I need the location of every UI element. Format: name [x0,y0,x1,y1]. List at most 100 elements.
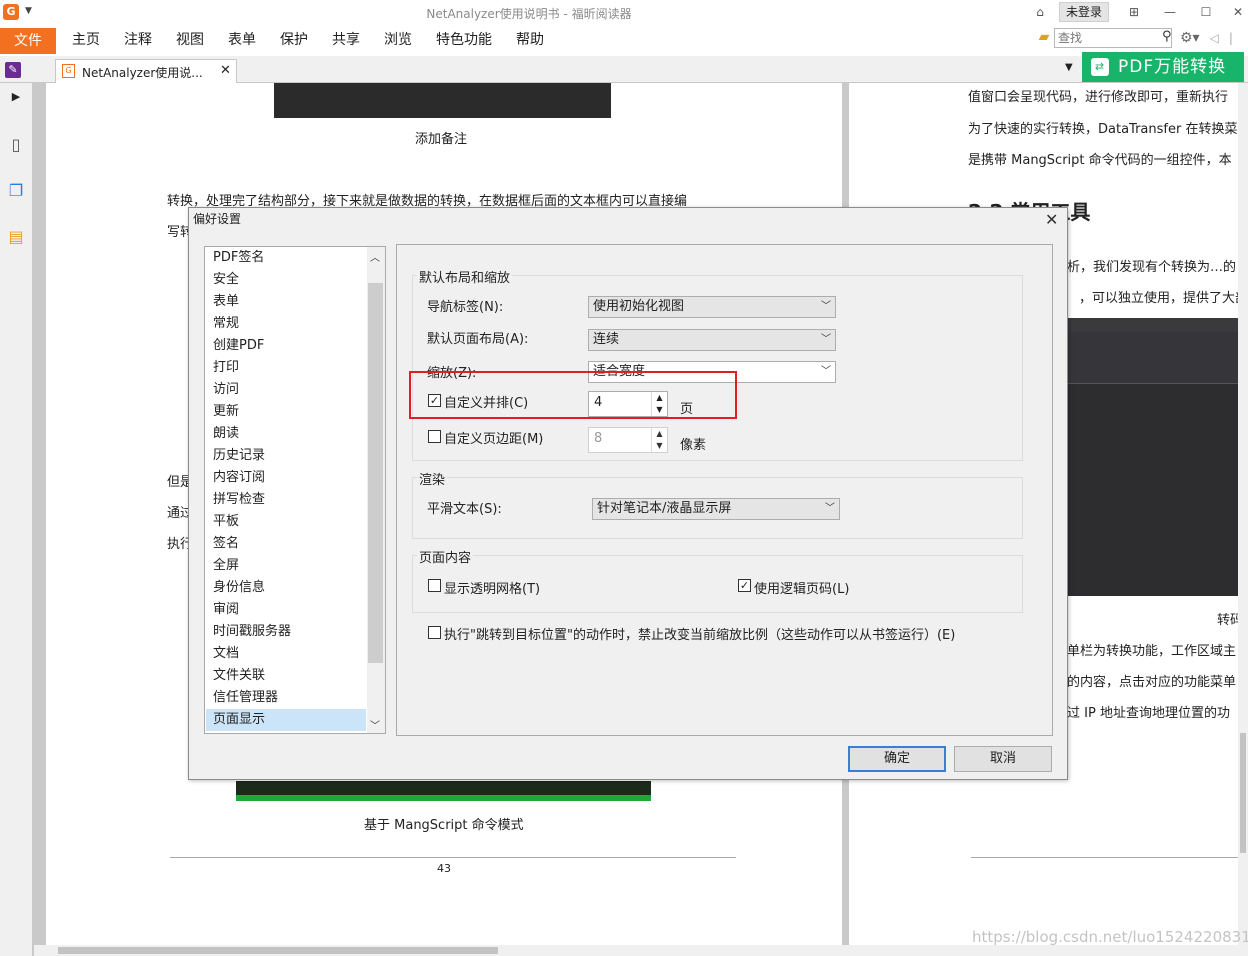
title-bar: G ▼ NetAnalyzer使用说明书 - 福昕阅读器 ⌂ 未登录 ⊞ — ☐… [0,0,1248,26]
convert-icon: ⇄ [1091,58,1109,76]
jump-zoom-lock-checkbox[interactable] [428,626,441,639]
back-arrow-icon[interactable]: ◁ [1210,31,1219,45]
search-input[interactable] [1054,28,1172,48]
foxit-sidebar-logo-icon[interactable]: ✎ [5,62,21,78]
paragraph-line: ，可以独立使用，提供了大部 [1079,291,1248,306]
menu-form[interactable]: 表单 [216,29,268,51]
menu-share[interactable]: 共享 [320,29,372,51]
search-icon[interactable]: ⚲ [1162,29,1172,44]
category-documents[interactable]: 文档 [206,643,366,665]
bookmark-icon[interactable]: ▯ [6,135,26,155]
scrollbar-thumb[interactable] [58,947,498,954]
page-layout-value: 连续 [593,332,620,347]
pdf-convert-button[interactable]: ⇄ PDF万能转换 [1082,52,1244,82]
gear-icon[interactable]: ⚙▾ [1180,30,1200,46]
paragraph-line: 值窗口会呈现代码，进行修改即可，重新执行 [968,90,1229,105]
skin-icon[interactable]: ⌂ [1030,3,1050,21]
nav-tab-label: 导航标签(N): [427,300,504,315]
vertical-scrollbar[interactable] [1238,83,1248,945]
ribbon-mode-icon[interactable]: ⊞ [1124,3,1144,21]
menu-browse[interactable]: 浏览 [372,29,424,51]
category-print[interactable]: 打印 [206,357,366,379]
layout-zoom-group-title: 默认布局和缩放 [417,267,513,286]
category-pdf-signature[interactable]: PDF签名 [206,247,366,269]
page-layout-select[interactable]: 连续 ﹀ [588,329,836,351]
folder-icon[interactable]: ▰ [1034,29,1054,47]
tab-list-dropdown-icon[interactable]: ▼ [1065,62,1073,73]
category-scrollbar[interactable]: ︿ ﹀ [367,247,385,733]
screenshot-image-bottom [236,781,651,801]
horizontal-scrollbar[interactable] [34,945,1248,956]
category-update[interactable]: 更新 [206,401,366,423]
category-forms[interactable]: 表单 [206,291,366,313]
page-content-group-title: 页面内容 [417,547,474,566]
nav-tab-select[interactable]: 使用初始化视图 ﹀ [588,296,836,318]
login-button[interactable]: 未登录 [1059,2,1109,22]
chevron-down-icon: ﹀ [821,366,831,377]
custom-margin-unit: 像素 [680,438,707,453]
menu-bar: 文件 主页 注释 视图 表单 保护 共享 浏览 特色功能 帮助 ▰ ⚲ ⚙▾ ◁… [0,26,1248,56]
ribbon-tabs: 主页 注释 视图 表单 保护 共享 浏览 特色功能 帮助 [60,29,556,51]
scrollbar-thumb[interactable] [368,283,383,663]
dialog-close-icon[interactable]: ✕ [1045,210,1058,229]
chevron-down-icon: ﹀ [825,503,835,514]
category-read-aloud[interactable]: 朗读 [206,423,366,445]
spinner-arrows-icon[interactable]: ▲ ▼ [651,428,667,452]
category-review[interactable]: 审阅 [206,599,366,621]
category-spell-check[interactable]: 拼写检查 [206,489,366,511]
smooth-text-select[interactable]: 针对笔记本/液晶显示屏 ﹀ [592,498,840,520]
tab-close-icon[interactable]: ✕ [220,63,231,78]
category-file-association[interactable]: 文件关联 [206,665,366,687]
category-signature[interactable]: 签名 [206,533,366,555]
logical-page-number-label: 使用逻辑页码(L) [754,582,850,597]
file-menu[interactable]: 文件 [0,28,56,54]
menu-help[interactable]: 帮助 [504,29,556,51]
expand-panel-icon[interactable]: ▶ [6,87,26,107]
transparency-grid-checkbox[interactable] [428,579,441,592]
page-number: 43 [437,862,451,875]
custom-margin-value: 8 [594,431,603,446]
custom-margin-stepper[interactable]: 8 ▲ ▼ [588,427,668,453]
custom-margin-checkbox[interactable] [428,430,441,443]
settings-panel: 默认布局和缩放 导航标签(N): 使用初始化视图 ﹀ 默认页面布局(A): 连续… [396,244,1053,736]
category-general[interactable]: 常规 [206,313,366,335]
document-tab[interactable]: G NetAnalyzer使用说... ✕ [55,59,237,83]
document-tab-label: NetAnalyzer使用说... [82,66,203,80]
paragraph-line: 析，我们发现有个转换为…的 [1067,260,1237,275]
search-area: ▰ ⚲ ⚙▾ ◁ | [1034,28,1233,48]
menu-view[interactable]: 视图 [164,29,216,51]
category-access[interactable]: 访问 [206,379,366,401]
pages-thumbnail-icon[interactable]: ❐ [6,181,26,201]
scroll-down-icon[interactable]: ﹀ [370,717,380,732]
category-trust-manager[interactable]: 信任管理器 [206,687,366,709]
comments-panel-icon[interactable]: ▤ [6,227,26,247]
menu-home[interactable]: 主页 [60,29,112,51]
watermark: https://blog.csdn.net/luo15242208310 [972,928,1248,946]
category-content-subscription[interactable]: 内容订阅 [206,467,366,489]
cancel-button[interactable]: 取消 [954,746,1052,772]
minimize-icon[interactable]: — [1160,3,1180,21]
menu-features[interactable]: 特色功能 [424,29,504,51]
window-close-icon[interactable]: ✕ [1228,3,1248,21]
category-full-screen[interactable]: 全屏 [206,555,366,577]
jump-zoom-lock-label: 执行"跳转到目标位置"的动作时，禁止改变当前缩放比例（这些动作可以从书签运行）(… [444,628,956,643]
logical-page-number-checkbox[interactable]: ✓ [738,579,751,592]
category-create-pdf[interactable]: 创建PDF [206,335,366,357]
category-tablet[interactable]: 平板 [206,511,366,533]
menu-protect[interactable]: 保护 [268,29,320,51]
ok-button[interactable]: 确定 [848,746,946,772]
window-title: NetAnalyzer使用说明书 - 福昕阅读器 [426,7,632,21]
maximize-icon[interactable]: ☐ [1196,3,1216,21]
nav-tab-value: 使用初始化视图 [593,299,685,314]
paragraph-line: 的内容，点击对应的功能菜单 [1067,675,1237,690]
forward-arrow-icon[interactable]: | [1229,31,1233,45]
scrollbar-thumb[interactable] [1240,733,1246,853]
category-timestamp-server[interactable]: 时间戳服务器 [206,621,366,643]
category-history[interactable]: 历史记录 [206,445,366,467]
category-page-display[interactable]: 页面显示 [206,709,366,731]
page-footer-rule [170,857,736,858]
category-security[interactable]: 安全 [206,269,366,291]
scroll-up-icon[interactable]: ︿ [370,249,380,264]
menu-comment[interactable]: 注释 [112,29,164,51]
category-identity[interactable]: 身份信息 [206,577,366,599]
